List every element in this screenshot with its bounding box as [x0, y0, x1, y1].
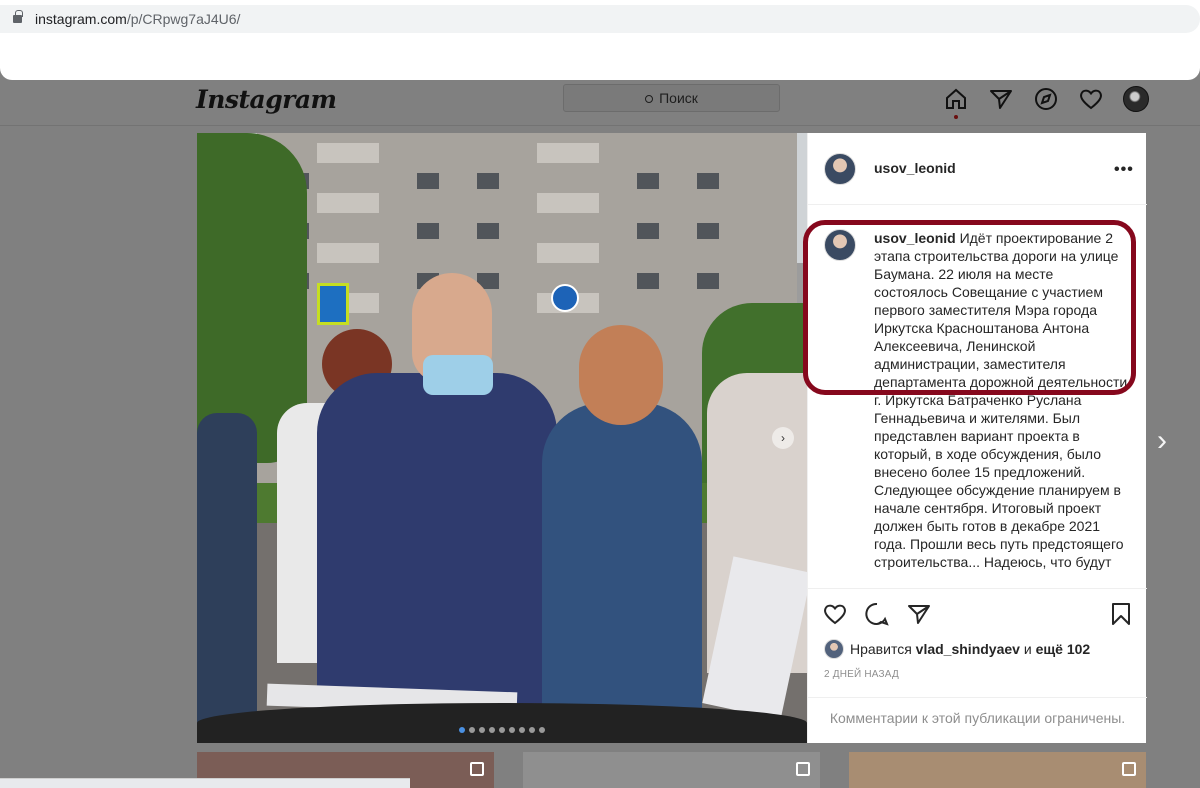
carousel-dot[interactable] — [489, 727, 495, 733]
carousel-icon — [796, 762, 810, 776]
search-placeholder: Поиск — [659, 90, 698, 106]
more-options-icon[interactable]: ••• — [1114, 161, 1134, 179]
author-avatar[interactable] — [824, 153, 856, 185]
explore-icon[interactable] — [1033, 86, 1059, 112]
likes-prefix: Нравится — [850, 641, 912, 657]
instagram-navbar: Instagram Поиск — [0, 80, 1200, 126]
carousel-dot[interactable] — [539, 727, 545, 733]
carousel-next-icon[interactable]: › — [772, 427, 794, 449]
instagram-logo[interactable]: Instagram — [196, 85, 337, 114]
likes-more[interactable]: ещё 102 — [1036, 641, 1091, 657]
likes-line: Нравится vlad_shindyaev и ещё 102 — [824, 639, 1090, 660]
author-username[interactable]: usov_leonid — [874, 160, 956, 176]
grid-thumbnail-3[interactable] — [849, 752, 1146, 788]
search-input[interactable]: Поиск — [563, 84, 780, 112]
person-man-mask — [423, 355, 493, 395]
carousel-dots — [459, 720, 549, 738]
post-actions — [808, 588, 1147, 638]
pedestrian-sign — [317, 283, 349, 325]
person-woman-dress — [542, 403, 702, 713]
url-text[interactable]: instagram.com/p/CRpwg7aJ4U6/ — [35, 11, 240, 27]
address-bar[interactable]: instagram.com/p/CRpwg7aJ4U6/ — [0, 5, 1200, 33]
post-date[interactable]: 2 ДНЕЙ НАЗАД — [824, 669, 899, 680]
browser-chrome: instagram.com/p/CRpwg7aJ4U6/ — [0, 0, 1200, 80]
caption-username[interactable]: usov_leonid — [874, 230, 956, 246]
browser-bottom-bar — [0, 778, 410, 788]
carousel-dot[interactable] — [469, 727, 475, 733]
carousel-dot[interactable] — [519, 727, 525, 733]
caption-text: Идёт проектирование 2 этапа строительств… — [874, 230, 1128, 570]
person-woman-head — [579, 325, 663, 425]
post-header: usov_leonid ••• — [808, 133, 1147, 205]
next-post-chevron-icon[interactable]: › — [1157, 424, 1167, 458]
bike-sign — [551, 284, 579, 312]
notification-dot — [954, 115, 958, 119]
comments-disabled-notice: Комментарии к этой публикации ограничены… — [808, 697, 1147, 743]
liker-avatar[interactable] — [824, 639, 844, 660]
carousel-icon — [470, 762, 484, 776]
caption-avatar[interactable] — [824, 229, 856, 261]
carousel-icon — [1122, 762, 1136, 776]
lock-icon[interactable] — [13, 10, 23, 23]
carousel-dot[interactable] — [459, 727, 465, 733]
carousel-dot[interactable] — [509, 727, 515, 733]
caption-area: usov_leonid Идёт проектирование 2 этапа … — [808, 206, 1147, 587]
liker-username[interactable]: vlad_shindyaev — [916, 641, 1020, 657]
likes-and: и — [1023, 641, 1032, 657]
carousel-dot[interactable] — [499, 727, 505, 733]
person-man-suit — [317, 373, 557, 713]
home-icon[interactable] — [943, 86, 969, 112]
carousel-dot[interactable] — [479, 727, 485, 733]
post-details-panel: usov_leonid ••• usov_leonid Идёт проекти… — [807, 133, 1147, 743]
person-left-woman — [197, 413, 257, 743]
grid-thumbnail-2[interactable] — [523, 752, 820, 788]
caption: usov_leonid Идёт проектирование 2 этапа … — [874, 229, 1129, 571]
bookmark-icon[interactable] — [1108, 601, 1134, 627]
search-icon — [645, 95, 654, 103]
profile-avatar-icon[interactable] — [1123, 86, 1149, 112]
heart-icon[interactable] — [1078, 86, 1104, 112]
post-photo[interactable]: › — [197, 133, 807, 743]
comment-icon[interactable] — [864, 601, 890, 627]
carousel-dot[interactable] — [529, 727, 535, 733]
direct-message-icon[interactable] — [988, 86, 1014, 112]
like-icon[interactable] — [822, 601, 848, 627]
share-icon[interactable] — [906, 601, 932, 627]
